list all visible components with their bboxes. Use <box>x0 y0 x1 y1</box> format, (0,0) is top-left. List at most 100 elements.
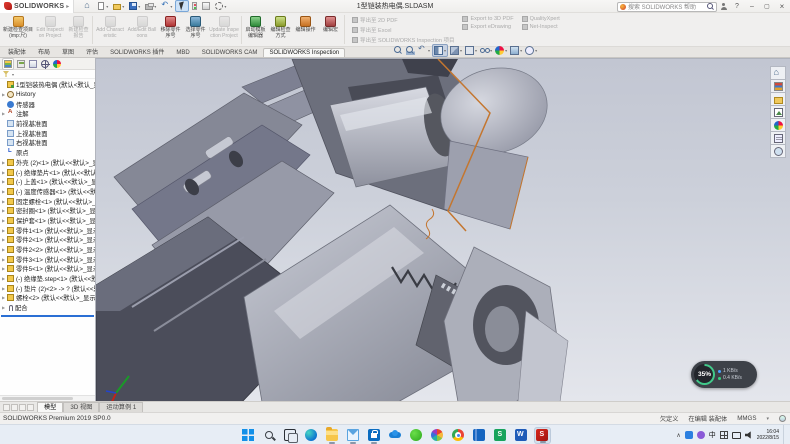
ribbon-button[interactable]: Add/Edit Balloons <box>127 14 157 46</box>
ribbon-tab[interactable]: 装配体 <box>2 45 32 57</box>
assistant-purple-icon[interactable] <box>697 431 705 439</box>
view-setting-button[interactable] <box>524 45 538 56</box>
manager-tab-display-manager[interactable] <box>52 59 62 69</box>
feature-tree-item[interactable]: 原点 <box>0 148 95 158</box>
taskbar-word-button[interactable] <box>513 427 530 444</box>
feature-tree-item[interactable]: ▶History <box>0 90 95 100</box>
document-tab[interactable]: 模型 <box>37 402 63 412</box>
ribbon-tab[interactable]: 草图 <box>56 45 80 57</box>
motion-nav-icon[interactable] <box>3 404 10 411</box>
ribbon-button[interactable]: 新建检查报告 <box>67 14 90 46</box>
feature-tree-item[interactable]: 右视基准面 <box>0 138 95 148</box>
feature-tree-item[interactable]: ▶保护套<1> (默认<<默认>_显示状 <box>0 216 95 226</box>
taskbar-start-button[interactable] <box>240 427 257 444</box>
feature-tree-root[interactable]: 1型铠装热电偶 (默认<默认_显示状态-1 <box>0 80 95 90</box>
print-button[interactable] <box>143 1 158 11</box>
tree-rollback-bar[interactable] <box>1 315 94 317</box>
search-box[interactable]: 搜索 SOLIDWORKS 帮助 <box>617 2 717 12</box>
taskbar-clock[interactable]: 16:04 2022/8/15 <box>757 429 779 441</box>
zoom-fit-button[interactable] <box>393 45 404 56</box>
motion-nav-icon[interactable] <box>19 404 26 411</box>
motion-nav-icon[interactable] <box>27 404 34 411</box>
taskbar-mail-button[interactable] <box>345 427 362 444</box>
manager-tab-configuration-manager[interactable] <box>28 59 38 69</box>
feature-tree-item[interactable]: ▶固定螺栓<1> (默认<<默认>_显示 <box>0 196 95 206</box>
cast-screen-icon[interactable] <box>732 432 741 439</box>
taskpane-tab-resources[interactable] <box>770 66 786 80</box>
model-3d-view[interactable] <box>96 59 790 401</box>
taskpane-tab-appearances-scenes[interactable] <box>770 118 786 132</box>
ribbon-button[interactable]: Update Inspection Project <box>209 14 239 46</box>
export-item[interactable]: QualityXpert <box>522 16 560 22</box>
feature-tree-item[interactable]: ▶螺栓<2> (默认<<默认>_显示状态 <box>0 293 95 303</box>
taskbar-store-button[interactable] <box>366 427 383 444</box>
taskpane-tab-view-palette[interactable] <box>770 105 786 119</box>
display-settings-button[interactable] <box>200 1 212 11</box>
export-item[interactable]: Export to 3D PDF <box>462 16 513 22</box>
status-dropdown-caret-icon[interactable] <box>766 415 769 422</box>
minimize-button[interactable] <box>746 1 758 12</box>
taskbar-chrome-button[interactable] <box>450 427 467 444</box>
motion-nav-icon[interactable] <box>11 404 18 411</box>
feature-tree-item[interactable]: ▶零件5<1> (默认<<默认>_显示状 <box>0 264 95 274</box>
login-icon[interactable] <box>720 3 728 11</box>
view-orientation-button[interactable] <box>449 45 463 56</box>
rebuild-button[interactable] <box>190 1 199 11</box>
taskbar-dict-button[interactable] <box>471 427 488 444</box>
hide-show-items-button[interactable] <box>479 45 493 56</box>
ribbon-tab[interactable]: SOLIDWORKS Inspection <box>263 48 345 57</box>
new-document-button[interactable] <box>95 1 110 11</box>
save-button[interactable] <box>127 1 142 11</box>
ribbon-tab[interactable]: 评估 <box>80 45 104 57</box>
ribbon-tab[interactable]: SOLIDWORKS 插件 <box>104 45 170 57</box>
taskpane-tab-file-explorer[interactable] <box>770 92 786 106</box>
feature-tree-item[interactable]: ▶(-) 垫片 (2)<2> -> ? (默认<<默认> <box>0 283 95 293</box>
tree-filter-row[interactable] <box>0 70 95 79</box>
feature-tree-item[interactable]: ▶(-) 绝缘垫片<1> (默认<<默认>_显 <box>0 167 95 177</box>
feature-tree-item[interactable]: ▶外壳 (2)<1> (默认<<默认>_显示状 <box>0 158 95 168</box>
open-button[interactable] <box>111 1 126 11</box>
ribbon-tab[interactable]: 布局 <box>32 45 56 57</box>
feature-tree-item[interactable]: ▶注解 <box>0 109 95 119</box>
manager-tab-property-manager[interactable] <box>16 59 26 69</box>
ribbon-button[interactable]: 编辑操作 <box>294 14 317 46</box>
taskbar-solidworks-button[interactable] <box>534 427 551 444</box>
feature-tree-item[interactable]: ▶密封圈<1> (默认<<默认>_显示状 <box>0 206 95 216</box>
hidden-icons-chevron-icon[interactable] <box>676 432 680 439</box>
manager-tab-dimxpert-manager[interactable] <box>40 59 50 69</box>
ribbon-button[interactable]: 编辑检查方式 <box>269 14 292 46</box>
feature-tree-item[interactable]: 前视基准面 <box>0 119 95 129</box>
select-button[interactable] <box>175 0 189 12</box>
ribbon-button[interactable]: 新建检查项目(imp:尺) <box>3 14 33 46</box>
graphics-area[interactable]: 35% 1 KB/s 0.4 KB/s <box>96 58 790 401</box>
close-button[interactable] <box>776 1 788 12</box>
ribbon-button[interactable]: 启动模板编辑器 <box>244 14 267 46</box>
taskpane-tab-design-library[interactable] <box>770 79 786 93</box>
feature-tree-item[interactable]: ▶零件3<1> (默认<<默认>_显示状 <box>0 254 95 264</box>
taskbar-wps-button[interactable] <box>492 427 509 444</box>
ribbon-button[interactable]: 移除零件序号 <box>159 14 182 46</box>
menu-expand-arrow-icon[interactable] <box>66 3 69 10</box>
taskbar-edge-button[interactable] <box>303 427 320 444</box>
ribbon-tab[interactable]: MBD <box>170 48 195 57</box>
feature-tree-item[interactable]: 上视基准面 <box>0 128 95 138</box>
export-item[interactable]: Net-Inspect <box>522 24 560 30</box>
screen-recorder-overlay[interactable]: 35% 1 KB/s 0.4 KB/s <box>691 361 757 388</box>
help-button[interactable] <box>731 1 743 12</box>
taskpane-tab-custom-properties[interactable] <box>770 131 786 145</box>
apply-scene-button[interactable] <box>509 45 523 56</box>
taskpane-tab-forum[interactable] <box>770 144 786 158</box>
ribbon-button[interactable]: Add Characteristic <box>95 14 125 46</box>
document-tab[interactable]: 运动算例 1 <box>99 402 143 412</box>
feature-tree-item[interactable]: ▶零件2<1> (默认<<默认>_显示状 <box>0 235 95 245</box>
feature-tree-item[interactable]: ▶零件1<1> (默认<<默认>_显示状 <box>0 225 95 235</box>
ime-chinese-icon[interactable]: 中 <box>709 430 716 440</box>
home-button[interactable] <box>82 1 94 11</box>
export-item[interactable]: 导出至 2D PDF <box>352 16 454 24</box>
feature-tree-item[interactable]: ▶零件2<2> (默认<<默认>_显示状 <box>0 245 95 255</box>
restore-button[interactable] <box>761 1 773 12</box>
ribbon-button[interactable]: 编辑宏 <box>319 14 342 46</box>
feature-tree-item[interactable]: ▶(-) 温度传感器<1> (默认<<默认>_ <box>0 187 95 197</box>
security-blue-icon[interactable] <box>685 431 693 439</box>
export-item[interactable]: 导出至 Excel <box>352 26 454 34</box>
